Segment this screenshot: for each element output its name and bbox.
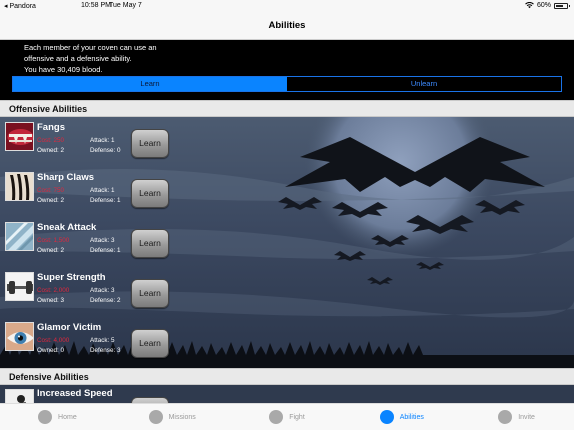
ability-cost: Cost: 250: [37, 137, 64, 144]
tab-label: Invite: [518, 413, 535, 421]
ability-cost: Cost: 1,500: [37, 237, 70, 244]
wifi-icon: [525, 2, 534, 9]
clock: 10:58 PM: [81, 2, 111, 9]
tab-bar: Home Missions Fight Abilities Invite: [0, 403, 574, 430]
date: Tue May 7: [109, 2, 142, 9]
ability-name: Glamor Victim: [37, 322, 102, 333]
ability-attack: Attack: 5: [90, 337, 115, 344]
tab-label: Home: [58, 413, 77, 421]
fight-icon: [269, 410, 284, 424]
status-right: 60%: [525, 2, 570, 9]
missions-icon: [148, 410, 163, 424]
ability-name: Super Strength: [37, 272, 106, 283]
ability-defense: Defense: 1: [90, 247, 121, 254]
carrier: ◂ Pandora: [4, 3, 36, 10]
tab-missions[interactable]: Missions: [115, 404, 230, 430]
ability-owned: Owned: 2: [37, 197, 64, 204]
section-header-defensive: Defensive Abilities: [0, 368, 574, 385]
ability-name: Fangs: [37, 122, 65, 133]
ability-owned: Owned: 2: [37, 147, 64, 154]
ability-row-super-strength: Super Strength Cost: 2,000 Attack: 3 Own…: [0, 267, 574, 317]
section-header-offensive: Offensive Abilities: [0, 100, 574, 117]
home-icon: [38, 410, 53, 424]
ability-attack: Attack: 1: [90, 187, 115, 194]
ability-cost: Cost: 2,000: [37, 287, 70, 294]
ability-name: Increased Speed: [37, 388, 113, 399]
status-bar: ◂ Pandora 10:58 PM Tue May 7 60%: [0, 0, 574, 12]
ability-attack: Attack: 3: [90, 237, 115, 244]
learn-button[interactable]: Learn: [131, 229, 169, 258]
tab-label: Missions: [168, 413, 196, 421]
offensive-ability-list: Fangs Cost: 250 Attack: 1 Owned: 2 Defen…: [0, 117, 574, 369]
ability-defense: Defense: 0: [90, 147, 121, 154]
tab-fight[interactable]: Fight: [230, 404, 345, 430]
ability-owned: Owned: 2: [37, 247, 64, 254]
ability-defense: Defense: 2: [90, 297, 121, 304]
intro-line-2: offensive and a defensive ability.: [24, 54, 132, 63]
ability-defense: Defense: 3: [90, 347, 121, 354]
tab-label: Fight: [289, 413, 305, 421]
intro-line-3: You have 30,409 blood.: [24, 65, 103, 74]
tab-home[interactable]: Home: [0, 404, 115, 430]
invite-icon: [498, 410, 513, 424]
ability-defense: Defense: 1: [90, 197, 121, 204]
battery-icon: [554, 2, 570, 9]
ability-owned: Owned: 3: [37, 297, 64, 304]
battery-percent: 60%: [536, 2, 551, 9]
fangs-icon: [5, 122, 34, 151]
ability-name: Sharp Claws: [37, 172, 95, 183]
carrier-label: Pandora: [9, 3, 36, 10]
segment-unlearn[interactable]: Unlearn: [287, 77, 561, 91]
defensive-ability-list: Increased Speed Learn: [0, 385, 574, 403]
ability-row-glamor-victim: Glamor Victim Cost: 4,000 Attack: 5 Owne…: [0, 317, 574, 367]
learn-button[interactable]: Learn: [131, 329, 169, 358]
intro-text: Each member of your coven can use an off…: [24, 42, 157, 75]
ability-name: Sneak Attack: [37, 222, 97, 233]
learn-button[interactable]: Learn: [131, 129, 169, 158]
eye-icon: [5, 322, 34, 351]
tab-invite[interactable]: Invite: [459, 404, 574, 430]
ability-row-sneak-attack: Sneak Attack Cost: 1,500 Attack: 3 Owned…: [0, 217, 574, 267]
tab-label: Abilities: [399, 413, 424, 421]
abilities-icon: [379, 410, 394, 424]
ability-row-fangs: Fangs Cost: 250 Attack: 1 Owned: 2 Defen…: [0, 117, 574, 167]
ability-row-sharp-claws: Sharp Claws Cost: 750 Attack: 1 Owned: 2…: [0, 167, 574, 217]
claws-icon: [5, 172, 34, 201]
ability-owned: Owned: 0: [37, 347, 64, 354]
ability-cost: Cost: 750: [37, 187, 64, 194]
page-title: Abilities: [268, 20, 306, 31]
sneak-attack-icon: [5, 222, 34, 251]
nav-bar: Abilities: [0, 12, 574, 40]
ability-attack: Attack: 1: [90, 137, 115, 144]
learn-unlearn-segmented-control: Learn Unlearn: [12, 76, 562, 92]
learn-button[interactable]: Learn: [131, 179, 169, 208]
dumbbell-icon: [5, 272, 34, 301]
ability-cost: Cost: 4,000: [37, 337, 70, 344]
learn-button[interactable]: Learn: [131, 279, 169, 308]
segment-learn[interactable]: Learn: [13, 77, 287, 91]
speed-icon: [5, 389, 34, 403]
tab-abilities[interactable]: Abilities: [344, 404, 459, 430]
ability-attack: Attack: 3: [90, 287, 115, 294]
intro-line-1: Each member of your coven can use an: [24, 43, 157, 52]
ability-row-increased-speed: Increased Speed Learn: [0, 385, 574, 403]
